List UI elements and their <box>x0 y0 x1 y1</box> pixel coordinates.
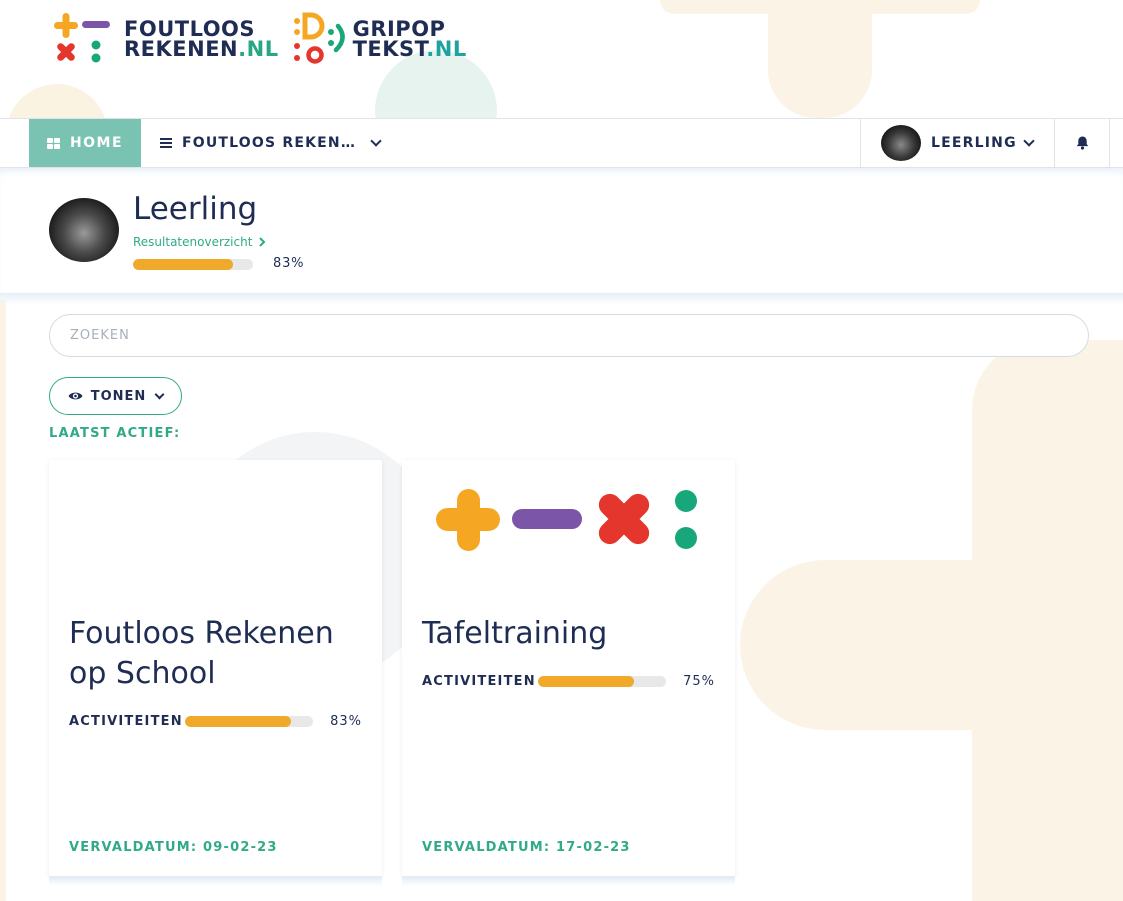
chevron-right-icon <box>259 237 266 247</box>
logo-line: GRIPOP <box>352 17 446 41</box>
course-card-title: Foutloos Rekenen op School <box>69 616 334 691</box>
progress-fill <box>185 716 292 727</box>
user-menu-label: LEERLING <box>931 135 1017 151</box>
course-card-image <box>49 460 382 590</box>
activities-percent: 83% <box>330 714 362 729</box>
profile-header: Leerling Resultatenoverzicht 83% <box>0 167 1123 294</box>
bg-decoration-plus-stem <box>768 0 872 118</box>
avatar <box>49 198 119 262</box>
gripop-tekst-wordmark: GRIPOP TEKST.NL <box>352 17 467 61</box>
math-symbols-logo-icon <box>54 13 110 63</box>
profile-progress-bar <box>133 259 253 270</box>
activities-percent: 75% <box>683 674 715 689</box>
section-divider-shadow <box>0 293 1123 305</box>
bg-decoration-plus-bar <box>740 560 1123 730</box>
last-active-heading: LAATST ACTIEF: <box>49 426 181 441</box>
bars-icon <box>160 138 172 148</box>
course-card-due-date: VERVALDATUM: 09-02-23 <box>69 840 278 855</box>
activities-label: ACTIVITEITEN <box>69 714 183 729</box>
show-filter-button[interactable]: TONEN <box>49 377 182 415</box>
course-card[interactable]: Foutloos Rekenen op School ACTIVITEITEN … <box>49 460 382 886</box>
course-card-activities: ACTIVITEITEN 83% <box>69 714 362 729</box>
results-overview-label: Resultatenoverzicht <box>133 235 253 249</box>
logo-suffix: .NL <box>238 37 279 61</box>
course-card-due-date: VERVALDATUM: 17-02-23 <box>422 840 631 855</box>
foutloos-rekenen-logo[interactable]: FOUTLOOS REKENEN.NL <box>52 12 279 66</box>
progress-fill <box>538 676 634 687</box>
foutloos-rekenen-wordmark: FOUTLOOS REKENEN.NL <box>124 17 279 61</box>
course-card-title: Tafeltraining <box>422 616 608 651</box>
logo-line: TEKST <box>352 37 427 61</box>
chevron-down-icon <box>370 135 382 147</box>
grid-icon <box>46 137 60 149</box>
profile-name: Leerling <box>133 191 258 227</box>
bg-decoration-edge <box>0 300 6 901</box>
nav-home-label: HOME <box>69 135 124 151</box>
chevron-down-icon <box>154 389 165 399</box>
logo-line: FOUTLOOS <box>124 17 256 41</box>
chevron-down-icon <box>1023 135 1035 147</box>
course-dropdown[interactable]: FOUTLOOS REKEN… <box>160 119 382 167</box>
course-dropdown-label: FOUTLOOS REKEN… <box>182 135 357 151</box>
avatar <box>881 125 921 161</box>
course-card-image <box>402 460 735 590</box>
activities-progress-bar <box>538 676 666 687</box>
bell-icon <box>1076 136 1088 150</box>
user-menu[interactable]: LEERLING <box>860 119 1055 167</box>
main-navbar: HOME FOUTLOOS REKEN… LEERLING <box>0 118 1123 168</box>
progress-fill <box>133 259 233 270</box>
activities-label: ACTIVITEITEN <box>422 674 536 689</box>
results-overview-link[interactable]: Resultatenoverzicht <box>133 235 266 249</box>
gripop-tekst-logo[interactable]: GRIPOP TEKST.NL <box>293 12 467 66</box>
course-card-activities: ACTIVITEITEN 75% <box>422 674 715 689</box>
search-input[interactable] <box>49 314 1089 357</box>
profile-progress-percent: 83% <box>273 256 305 271</box>
logo-suffix: .NL <box>426 37 467 61</box>
show-filter-label: TONEN <box>90 388 147 404</box>
speech-smiley-logo-icon <box>293 12 345 64</box>
nav-home-tab[interactable]: HOME <box>29 119 141 167</box>
notifications-button[interactable] <box>1054 119 1110 167</box>
course-card[interactable]: Tafeltraining ACTIVITEITEN 75% VERVALDAT… <box>402 460 735 886</box>
math-symbols-icon <box>436 489 697 551</box>
activities-progress-bar <box>185 716 313 727</box>
eye-icon <box>68 392 83 400</box>
logo-line: REKENEN <box>124 37 239 61</box>
brand-logos: FOUTLOOS REKENEN.NL GRIPOP TEKST.NL <box>52 12 467 66</box>
